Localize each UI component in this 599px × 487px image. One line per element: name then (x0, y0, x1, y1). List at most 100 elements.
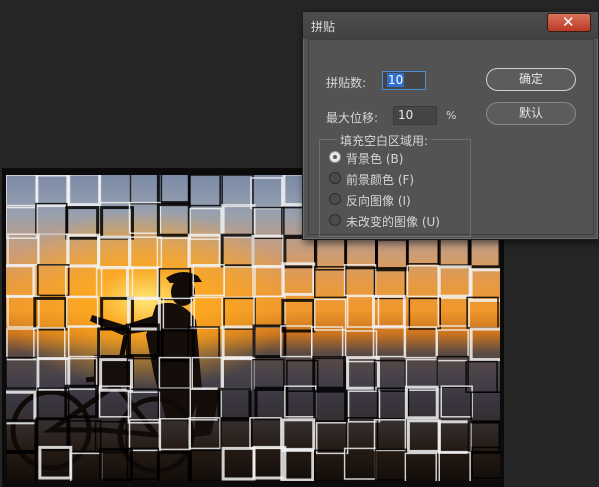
tile-edge (467, 234, 500, 269)
tile-edge (221, 325, 256, 360)
tile-edge (343, 264, 377, 297)
max-offset-input[interactable]: 10 (393, 106, 437, 125)
tile-edge (249, 417, 282, 450)
tile-edge (6, 450, 38, 481)
tile-edge (6, 419, 38, 453)
tile-edge (221, 175, 254, 207)
tile-edge (469, 268, 500, 302)
tile-edge (466, 296, 499, 329)
tile-edge (281, 418, 316, 452)
tile-edge (128, 419, 162, 452)
tile-edge (156, 175, 191, 205)
radio-button-checked[interactable] (329, 151, 341, 163)
tile-edge (223, 266, 256, 299)
tile-edge (252, 445, 287, 480)
tile-edge (221, 204, 256, 238)
tile-edge (314, 238, 347, 271)
tile-edge (129, 175, 163, 205)
tile-edge (437, 294, 470, 327)
tile-edge (280, 447, 315, 481)
tile-edge (97, 327, 131, 362)
radio-button[interactable] (329, 193, 341, 205)
radio-button[interactable] (329, 172, 341, 184)
close-button[interactable]: ✕ (547, 13, 591, 32)
default-button[interactable]: 默认 (486, 102, 576, 125)
tile-edge (127, 391, 161, 424)
tile-edge (37, 387, 70, 420)
tile-edge (37, 233, 70, 266)
tile-edge (375, 237, 409, 272)
tile-edge (404, 385, 439, 420)
tile-count-input[interactable]: 10 (382, 71, 426, 90)
tile-edge (68, 325, 101, 358)
tile-edge (470, 391, 500, 424)
tile-edge (252, 265, 285, 298)
tile-edge (250, 177, 283, 210)
tile-edge (190, 296, 223, 329)
tile-edge (376, 387, 410, 420)
tile-edge (311, 326, 344, 359)
tile-edge (408, 297, 441, 330)
tile-edge (469, 327, 500, 362)
tile-edge (220, 233, 255, 268)
tile-edge (158, 418, 191, 451)
dialog-titlebar[interactable]: 拼贴 ✕ (303, 12, 598, 39)
dialog-title: 拼贴 (311, 20, 336, 34)
tile-edge (192, 264, 225, 297)
tile-edge (406, 419, 441, 453)
tile-edge (220, 417, 253, 450)
tile-edge (188, 175, 221, 207)
close-icon: ✕ (562, 13, 575, 31)
tile-edge (221, 446, 256, 481)
tile-edge (373, 267, 407, 300)
tile-edge (190, 449, 223, 481)
tile-edge (316, 422, 349, 455)
percent-unit: % (446, 109, 457, 122)
tile-edge (406, 265, 439, 298)
tile-edge (283, 234, 318, 269)
tile-edge (156, 450, 191, 481)
tile-edge (67, 175, 102, 207)
tile-edge (437, 420, 472, 454)
tile-edge (36, 357, 71, 391)
tile-edge (191, 356, 224, 389)
tile-edge (65, 206, 100, 240)
tile-edge (100, 206, 134, 240)
tile-edge (35, 202, 68, 235)
tile-edge (66, 233, 101, 268)
tile-edge (217, 387, 252, 422)
max-offset-label: 最大位移: (326, 111, 379, 125)
tile-edge (6, 356, 38, 389)
fill-empty-area-group: 填充空白区域用: 背景色 (B) 前景颜色 (F) 反向图像 (I) 未改变的图… (319, 132, 471, 237)
dialog-body: 拼贴数: 10 最大位移: 10 % 确定 默认 填充空白区域用: 背景色 (B… (308, 39, 594, 237)
tile-edge (220, 357, 255, 391)
tile-edge (251, 234, 286, 269)
tile-edge (373, 419, 407, 452)
tile-edge (156, 203, 191, 237)
tile-edge (314, 298, 347, 331)
tile-edge (314, 266, 347, 299)
tile-edge (97, 235, 131, 270)
tile-edge (252, 358, 285, 391)
tile-edge (38, 445, 73, 480)
tile-count-label: 拼贴数: (326, 76, 367, 90)
tile-edge (157, 388, 190, 421)
tile-edge (37, 264, 70, 297)
radio-button[interactable] (329, 214, 341, 226)
tile-edge (65, 357, 98, 390)
tile-edge (343, 447, 377, 480)
tile-edge (66, 295, 99, 328)
tile-edge (372, 325, 406, 358)
tile-edge (188, 417, 221, 450)
tile-edge (253, 295, 286, 328)
ok-button[interactable]: 确定 (486, 68, 576, 91)
tile-edge (344, 235, 378, 270)
tile-edge (65, 266, 98, 299)
tile-edge (405, 358, 438, 391)
tile-edge (313, 389, 348, 424)
tile-edge (440, 385, 473, 418)
tile-edge (158, 356, 191, 389)
tile-edge (281, 262, 316, 296)
tile-edge (223, 297, 256, 330)
tile-edge (404, 326, 437, 359)
